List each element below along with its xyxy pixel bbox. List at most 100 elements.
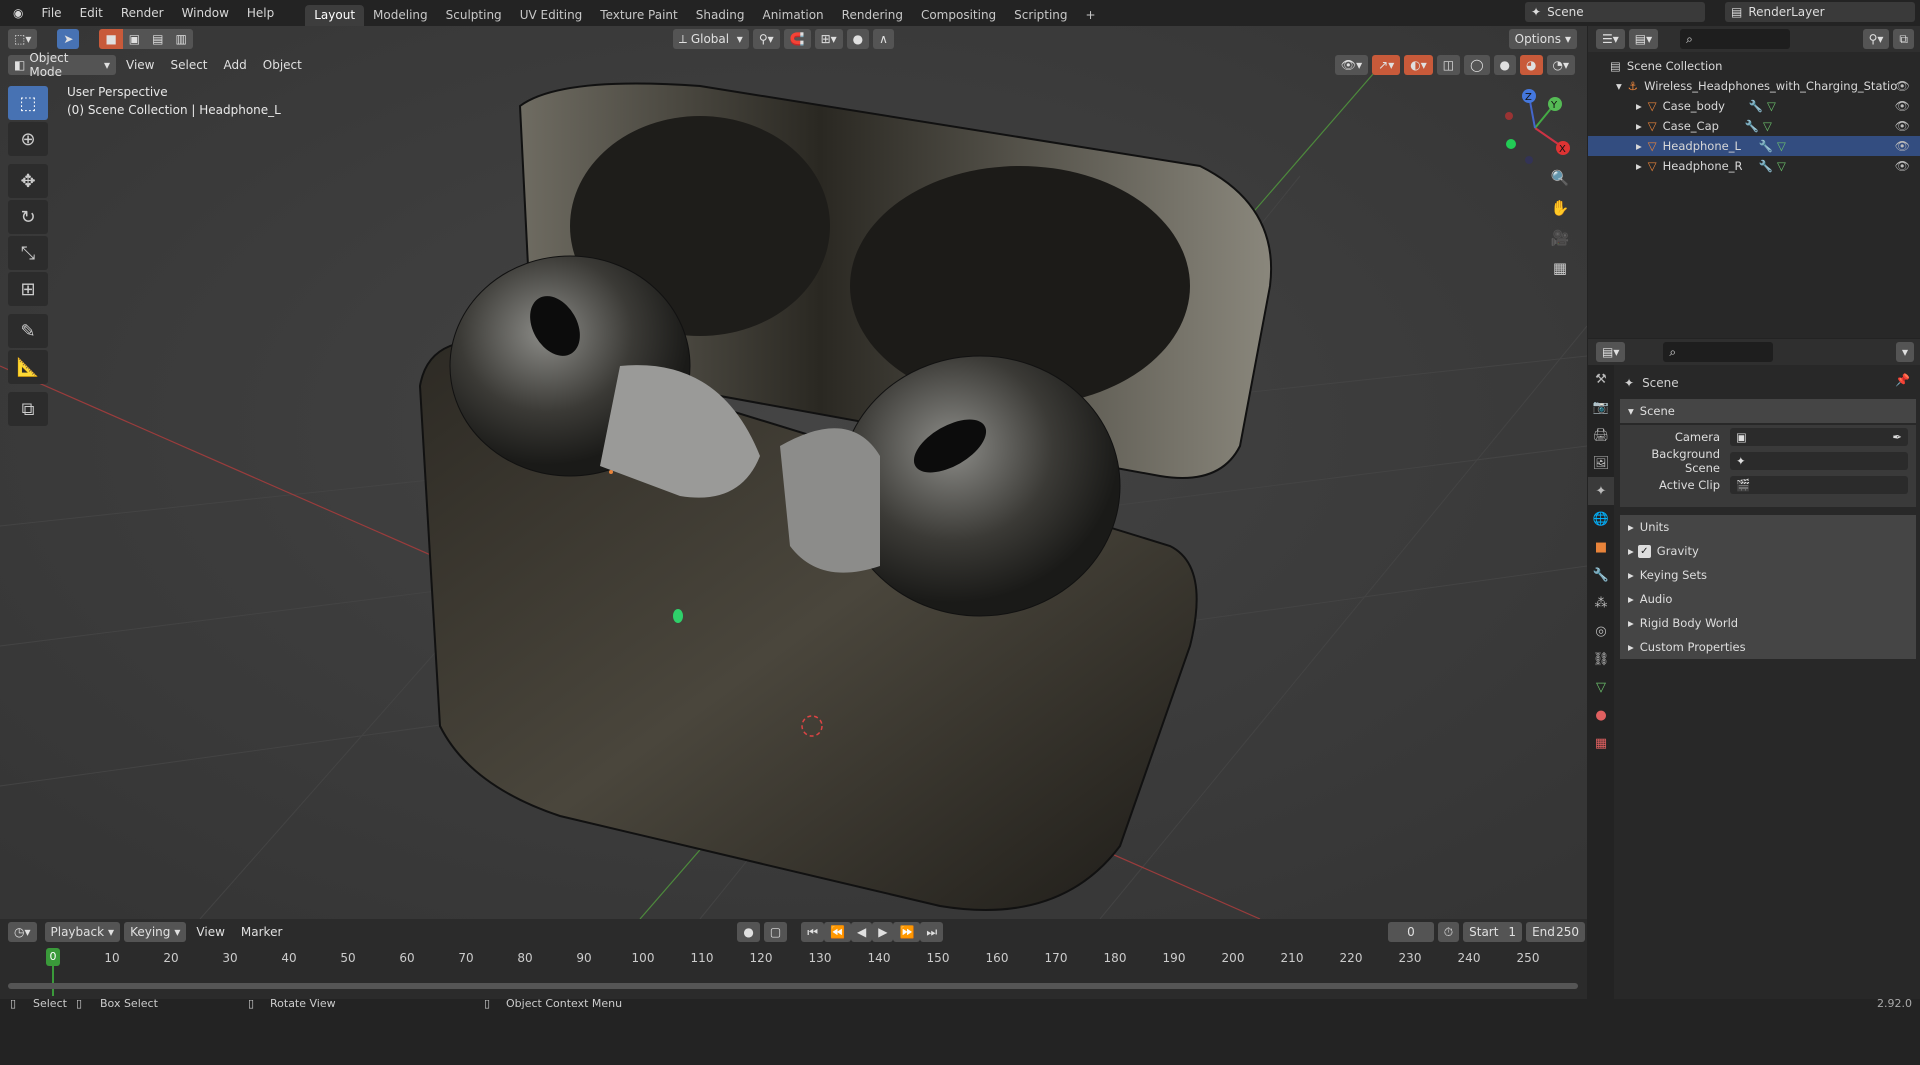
texture-tab-icon[interactable]: ▦ <box>1588 729 1614 757</box>
add-cube-tool-icon[interactable]: ⧉ <box>8 392 48 426</box>
visibility-eye-icon[interactable]: 👁 <box>1895 79 1910 93</box>
material-shading-icon[interactable]: ◕ <box>1520 55 1543 75</box>
audio-panel[interactable]: ▸ Audio <box>1620 587 1916 611</box>
camera-field[interactable]: ▣ ✒ <box>1730 428 1908 446</box>
menu-help[interactable]: Help <box>238 6 283 20</box>
eyedropper-icon[interactable]: ✒ <box>1892 430 1902 444</box>
menu-select[interactable]: Select <box>162 58 215 72</box>
transform-tool-icon[interactable]: ⊞ <box>8 272 48 306</box>
solid-shading-icon[interactable]: ● <box>1493 55 1517 75</box>
modifier-tab-icon[interactable]: 🔧 <box>1588 561 1614 589</box>
tab-uv-editing[interactable]: UV Editing <box>511 5 592 26</box>
filter-icon[interactable]: ⚲▾ <box>1862 29 1890 49</box>
visibility-eye-icon[interactable]: 👁 <box>1895 159 1910 173</box>
outliner-row-scene-collection[interactable]: ▤ Scene Collection <box>1588 56 1920 76</box>
tab-texture-paint[interactable]: Texture Paint <box>591 5 686 26</box>
tab-modeling[interactable]: Modeling <box>364 5 437 26</box>
keying-sets-panel[interactable]: ▸ Keying Sets <box>1620 563 1916 587</box>
tab-animation[interactable]: Animation <box>753 5 832 26</box>
pivot-point-button[interactable]: ⚲▾ <box>752 29 780 49</box>
outliner-row-headphone-r[interactable]: ▸ ▽ Headphone_R 🔧 ▽ 👁 <box>1588 156 1920 176</box>
select-subtract-icon[interactable]: ▤ <box>146 29 170 49</box>
tab-rendering[interactable]: Rendering <box>833 5 912 26</box>
overlay-toggle-icon[interactable]: ◐▾ <box>1404 55 1433 75</box>
scene-tab-icon[interactable]: ✦ <box>1588 477 1614 505</box>
constraints-tab-icon[interactable]: ⛓ <box>1588 645 1614 673</box>
menu-render[interactable]: Render <box>112 6 173 20</box>
measure-tool-icon[interactable]: 📐 <box>8 350 48 384</box>
properties-options-icon[interactable]: ▾ <box>1895 342 1914 362</box>
snap-button[interactable]: 🧲 <box>783 29 811 49</box>
rotate-tool-icon[interactable]: ↻ <box>8 200 48 234</box>
move-tool-icon[interactable]: ✥ <box>8 164 48 198</box>
rigid-body-world-panel[interactable]: ▸ Rigid Body World <box>1620 611 1916 635</box>
select-extend-icon[interactable]: ▣ <box>122 29 147 49</box>
tool-tab-icon[interactable]: ⚒ <box>1588 365 1614 393</box>
gizmo-z-label[interactable]: Z <box>1525 92 1532 103</box>
visibility-icon[interactable]: 👁▾ <box>1334 55 1369 75</box>
gravity-checkbox[interactable]: ✓ <box>1637 544 1651 558</box>
menu-window[interactable]: Window <box>173 6 238 20</box>
outliner-row-case-cap[interactable]: ▸ ▽ Case_Cap 🔧 ▽ 👁 <box>1588 116 1920 136</box>
select-new-icon[interactable]: ■ <box>99 29 123 49</box>
view-layer-tab-icon[interactable]: 🖼 <box>1588 449 1614 477</box>
visibility-eye-icon[interactable]: 👁 <box>1895 139 1910 153</box>
units-panel[interactable]: ▸ Units <box>1620 515 1916 539</box>
playhead[interactable]: 0 <box>46 948 60 966</box>
gizmo-y-label[interactable]: Y <box>1550 100 1558 111</box>
annotate-tool-icon[interactable]: ✎ <box>8 314 48 348</box>
visibility-eye-icon[interactable]: 👁 <box>1895 119 1910 133</box>
3d-viewport[interactable]: ⬚▾ ➤ ■ ▣ ▤ ▥ ⟂ Global ▾ ⚲▾ 🧲 ⊞▾ ● ∧ Opti… <box>0 26 1587 919</box>
pin-icon[interactable]: 📌 <box>1895 373 1910 387</box>
menu-file[interactable]: File <box>32 6 70 20</box>
gizmo-x-label[interactable]: X <box>1559 144 1566 155</box>
gizmo-toggle-icon[interactable]: ↗▾ <box>1372 55 1401 75</box>
tab-shading[interactable]: Shading <box>687 5 754 26</box>
expand-arrow-icon[interactable]: ▸ <box>1636 119 1642 133</box>
properties-editor-icon[interactable]: ▤▾ <box>1596 342 1626 362</box>
pan-hand-icon[interactable]: ✋ <box>1545 194 1575 222</box>
select-mode-button[interactable]: ➤ <box>57 29 80 49</box>
blender-logo-icon[interactable]: ◉ <box>4 6 32 20</box>
menu-add[interactable]: Add <box>216 58 255 72</box>
material-tab-icon[interactable]: ● <box>1588 701 1614 729</box>
expand-arrow-icon[interactable]: ▸ <box>1636 159 1642 173</box>
proportional-falloff-button[interactable]: ∧ <box>873 29 894 49</box>
scene-panel-header[interactable]: ▾ Scene <box>1620 399 1916 423</box>
render-tab-icon[interactable]: 📷 <box>1588 393 1614 421</box>
transform-orientation-dropdown[interactable]: ⟂ Global ▾ <box>672 29 749 49</box>
select-box-tool-icon[interactable]: ⬚ <box>8 86 48 120</box>
new-collection-icon[interactable]: ⧉ <box>1893 29 1914 49</box>
outliner-editor-icon[interactable]: ☰▾ <box>1596 29 1625 49</box>
expand-arrow-icon[interactable]: ▸ <box>1636 99 1642 113</box>
proportional-edit-button[interactable]: ● <box>846 29 870 49</box>
menu-edit[interactable]: Edit <box>71 6 112 20</box>
render-layer-selector[interactable]: ▤ RenderLayer <box>1725 2 1915 22</box>
outliner-search-input[interactable]: ⌕ <box>1680 29 1791 49</box>
display-mode-icon[interactable]: ▤▾ <box>1628 29 1659 49</box>
outliner-row-collection[interactable]: ▾ ⚓ Wireless_Headphones_with_Charging_St… <box>1588 76 1920 96</box>
cursor-tool-icon[interactable]: ⊕ <box>8 122 48 156</box>
data-tab-icon[interactable]: ▽ <box>1588 673 1614 701</box>
scale-tool-icon[interactable]: ⤡ <box>8 236 48 270</box>
visibility-eye-icon[interactable]: 👁 <box>1895 99 1910 113</box>
camera-view-icon[interactable]: 🎥 <box>1545 224 1575 252</box>
background-scene-field[interactable]: ✦ <box>1730 452 1908 470</box>
grid-perspective-icon[interactable]: ▦ <box>1545 254 1575 282</box>
world-tab-icon[interactable]: 🌐 <box>1588 505 1614 533</box>
tab-compositing[interactable]: Compositing <box>912 5 1005 26</box>
menu-view[interactable]: View <box>118 58 162 72</box>
expand-arrow-icon[interactable]: ▾ <box>1616 79 1622 93</box>
properties-search-input[interactable]: ⌕ <box>1663 342 1774 362</box>
output-tab-icon[interactable]: 🖨 <box>1588 421 1614 449</box>
outliner-row-case-body[interactable]: ▸ ▽ Case_body 🔧 ▽ 👁 <box>1588 96 1920 116</box>
tab-layout[interactable]: Layout <box>305 5 365 26</box>
tab-sculpting[interactable]: Sculpting <box>437 5 511 26</box>
navigation-gizmo[interactable]: X Y Z <box>1495 88 1575 168</box>
tab-scripting[interactable]: Scripting <box>1005 5 1076 26</box>
zoom-icon[interactable]: 🔍 <box>1545 164 1575 192</box>
xray-toggle-icon[interactable]: ◫ <box>1436 55 1461 75</box>
outliner-row-headphone-l[interactable]: ▸ ▽ Headphone_L 🔧 ▽ 👁 <box>1588 136 1920 156</box>
object-tab-icon[interactable]: ■ <box>1588 533 1614 561</box>
editor-type-button[interactable]: ⬚▾ <box>8 29 38 49</box>
